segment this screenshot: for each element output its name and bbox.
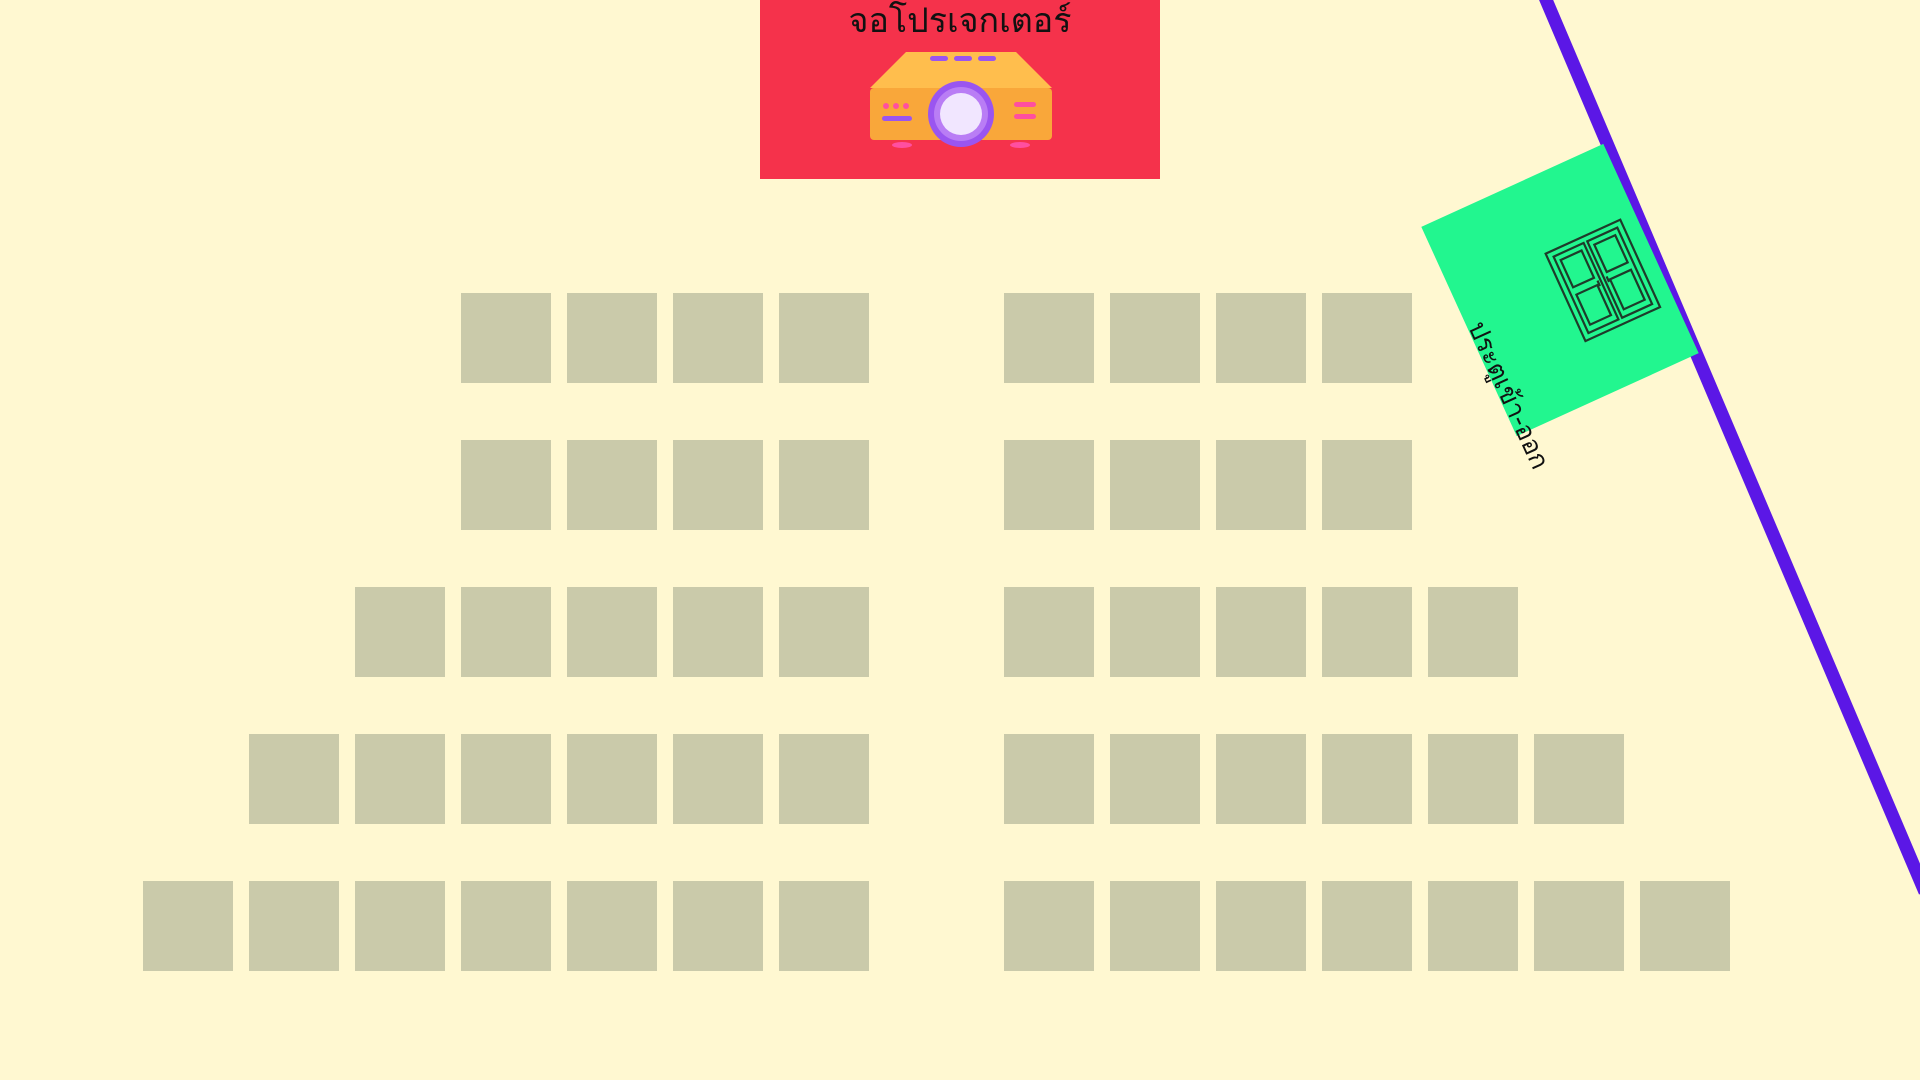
seat-right-r1-c1 — [1004, 293, 1094, 383]
seat-right-r3-c5 — [1428, 587, 1518, 677]
seat-right-r3-c4 — [1322, 587, 1412, 677]
seat-right-r4-c5 — [1428, 734, 1518, 824]
seat-left-r5-c2 — [249, 881, 339, 971]
seat-right-r4-c2 — [1110, 734, 1200, 824]
seat-right-r2-c4 — [1322, 440, 1412, 530]
seat-left-r4-c2 — [355, 734, 445, 824]
seat-right-r3-c2 — [1110, 587, 1200, 677]
seat-left-r5-c7 — [779, 881, 869, 971]
seat-left-r5-c4 — [461, 881, 551, 971]
seat-left-r2-c1 — [461, 440, 551, 530]
seat-left-r5-c5 — [567, 881, 657, 971]
entrance-door-label: ประตูเข้า-ออก — [1461, 316, 1555, 475]
seat-right-r1-c4 — [1322, 293, 1412, 383]
seat-right-r4-c1 — [1004, 734, 1094, 824]
seat-right-r1-c2 — [1110, 293, 1200, 383]
seat-left-r2-c2 — [567, 440, 657, 530]
seat-left-r5-c6 — [673, 881, 763, 971]
seat-left-r1-c4 — [779, 293, 869, 383]
projector-icon — [870, 52, 1052, 148]
seat-right-r5-c4 — [1322, 881, 1412, 971]
seat-right-r5-c5 — [1428, 881, 1518, 971]
seat-left-r5-c3 — [355, 881, 445, 971]
seat-left-r4-c6 — [779, 734, 869, 824]
seat-right-r1-c3 — [1216, 293, 1306, 383]
seat-left-r4-c4 — [567, 734, 657, 824]
seat-right-r5-c6 — [1534, 881, 1624, 971]
seat-left-r3-c2 — [461, 587, 551, 677]
seat-left-r1-c1 — [461, 293, 551, 383]
projector-screen: จอโปรเจกเตอร์ — [760, 0, 1160, 179]
seat-right-r5-c1 — [1004, 881, 1094, 971]
entrance-door: ประตูเข้า-ออก — [1421, 143, 1699, 474]
seat-right-r2-c2 — [1110, 440, 1200, 530]
seat-left-r4-c5 — [673, 734, 763, 824]
seat-left-r1-c3 — [673, 293, 763, 383]
seat-left-r5-c1 — [143, 881, 233, 971]
seat-left-r3-c1 — [355, 587, 445, 677]
double-door-icon — [1544, 218, 1662, 343]
seat-right-r4-c6 — [1534, 734, 1624, 824]
seat-right-r4-c4 — [1322, 734, 1412, 824]
seat-right-r3-c1 — [1004, 587, 1094, 677]
seat-left-r3-c3 — [567, 587, 657, 677]
seat-left-r4-c1 — [249, 734, 339, 824]
seat-left-r4-c3 — [461, 734, 551, 824]
seat-right-r5-c2 — [1110, 881, 1200, 971]
seat-right-r2-c1 — [1004, 440, 1094, 530]
seat-left-r1-c2 — [567, 293, 657, 383]
seat-right-r3-c3 — [1216, 587, 1306, 677]
seat-right-r5-c3 — [1216, 881, 1306, 971]
seat-right-r2-c3 — [1216, 440, 1306, 530]
seat-right-r4-c3 — [1216, 734, 1306, 824]
seat-right-r5-c7 — [1640, 881, 1730, 971]
seat-left-r3-c5 — [779, 587, 869, 677]
classroom-seating-diagram: จอโปรเจกเตอร์ ประตูเข้า-ออก — [0, 0, 1920, 1080]
seat-left-r3-c4 — [673, 587, 763, 677]
seat-left-r2-c3 — [673, 440, 763, 530]
projector-screen-label: จอโปรเจกเตอร์ — [848, 1, 1072, 41]
seat-left-r2-c4 — [779, 440, 869, 530]
